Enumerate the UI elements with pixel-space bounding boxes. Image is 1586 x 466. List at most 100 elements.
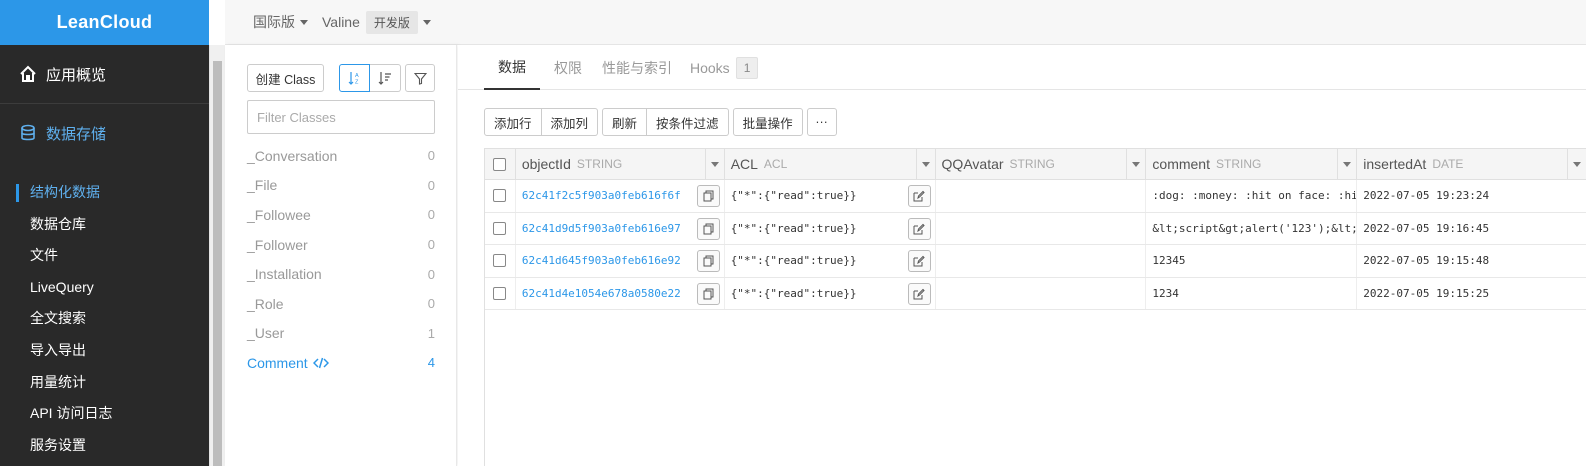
qqavatar-cell[interactable] [936, 245, 1147, 277]
code-icon[interactable] [312, 357, 329, 369]
sidebar-item-files[interactable]: 文件 [0, 240, 209, 272]
tab-data[interactable]: 数据 [484, 45, 540, 90]
copy-button[interactable] [696, 217, 720, 240]
class-item[interactable]: _Follower 0 [247, 230, 435, 260]
app-selector[interactable]: Valine 开发版 [322, 10, 431, 34]
inserted-at-cell[interactable]: 2022-07-05 19:16:45 [1357, 213, 1586, 245]
class-item[interactable]: _File 0 [247, 171, 435, 201]
class-item-active[interactable]: Comment 4 [247, 348, 435, 378]
sort-count-button[interactable] [370, 64, 401, 92]
condition-filter-button[interactable]: 按条件过滤 [647, 108, 729, 136]
qqavatar-cell[interactable] [936, 180, 1147, 212]
filter-classes-input[interactable]: Filter Classes [247, 100, 435, 134]
row-checkbox[interactable] [493, 254, 507, 268]
refresh-button[interactable]: 刷新 [602, 108, 648, 136]
chevron-down-icon[interactable] [1573, 162, 1582, 167]
sidebar-item-livequery[interactable]: LiveQuery [0, 272, 209, 304]
region-selector[interactable]: 国际版 [253, 12, 308, 32]
comment-cell[interactable]: &lt;script&gt;alert('123');&lt;/ [1146, 212, 1358, 245]
row-checkbox[interactable] [493, 189, 507, 203]
comment-cell[interactable]: :dog: :money: :hit on face: :hit [1146, 180, 1358, 212]
sidebar-item-import-export[interactable]: 导入导出 [0, 335, 209, 367]
object-id-cell[interactable]: 62c41d645f903a0feb616e92 [516, 245, 725, 277]
acl-cell[interactable]: {"*":{"read":true}} [725, 212, 936, 245]
acl-cell[interactable]: {"*":{"read":true}} [725, 277, 936, 310]
tab-performance[interactable]: 性能与索引 [596, 45, 678, 90]
more-button[interactable]: ··· [806, 108, 837, 136]
inserted-at-cell[interactable]: 2022-07-05 19:15:25 [1357, 278, 1586, 310]
column-header[interactable]: comment STRING [1146, 149, 1358, 179]
class-count: 0 [427, 237, 435, 253]
column-header[interactable]: QQAvatar STRING [936, 149, 1147, 179]
copy-button[interactable] [696, 185, 720, 207]
copy-button[interactable] [696, 250, 720, 273]
row-checkbox[interactable] [493, 221, 507, 235]
acl-cell[interactable]: {"*":{"read":true}} [725, 180, 936, 212]
chevron-down-icon[interactable] [1343, 162, 1352, 167]
sort-lines-icon [378, 72, 391, 85]
sidebar-item-structured-data[interactable]: 结构化数据 [0, 177, 209, 209]
chevron-down-icon[interactable] [710, 162, 719, 167]
qqavatar-cell[interactable] [936, 277, 1147, 310]
edit-button[interactable] [907, 250, 931, 273]
create-class-button[interactable]: 创建 Class [247, 64, 324, 92]
edit-icon [913, 223, 925, 235]
comment-cell[interactable]: 12345 [1146, 245, 1358, 277]
data-table: objectId STRING ACL ACL QQAvatar STRING com… [484, 148, 1586, 466]
tab-hooks[interactable]: Hooks 1 [678, 45, 770, 90]
class-item[interactable]: _Conversation 0 [247, 141, 435, 171]
qqavatar-cell[interactable] [936, 212, 1147, 245]
add-row-button[interactable]: 添加行 [484, 108, 542, 136]
row-checkbox[interactable] [493, 287, 507, 301]
sidebar-item-service-settings[interactable]: 服务设置 [0, 430, 209, 462]
column-type: STRING [1215, 157, 1262, 171]
filter-button[interactable] [405, 64, 435, 92]
tab-permissions[interactable]: 权限 [540, 45, 596, 90]
sidebar-item-label: 数据存储 [46, 125, 107, 143]
brand-logo[interactable]: LeanCloud [0, 0, 209, 45]
class-list: _Conversation 0 _File 0 _Followee 0 _Follow… [247, 141, 435, 378]
batch-ops-button[interactable]: 批量操作 [732, 108, 803, 136]
comment-cell[interactable]: 1234 [1146, 277, 1358, 310]
class-panel: 创建 Class AZ Filter Classes _Conversation… [225, 45, 457, 466]
edit-button[interactable] [907, 217, 931, 240]
sort-az-button[interactable]: AZ [339, 64, 370, 92]
class-item[interactable]: _Role 0 [247, 289, 435, 319]
column-header[interactable]: ACL ACL [725, 149, 936, 179]
object-id[interactable]: 62c41d9d5f903a0feb616e97 [522, 222, 681, 235]
acl-cell[interactable]: {"*":{"read":true}} [725, 245, 936, 277]
column-header[interactable]: objectId STRING [516, 149, 725, 179]
sort-button-group: AZ [339, 64, 401, 92]
scrollbar[interactable] [209, 45, 225, 466]
object-id[interactable]: 62c41d645f903a0feb616e92 [522, 254, 681, 267]
object-id-cell[interactable]: 62c41d9d5f903a0feb616e97 [516, 212, 725, 245]
edit-button[interactable] [907, 185, 931, 207]
sidebar-item-overview[interactable]: 应用概览 [0, 45, 209, 103]
class-item[interactable]: _User 1 [247, 319, 435, 349]
class-item[interactable]: _Followee 0 [247, 200, 435, 230]
select-all-checkbox[interactable] [493, 157, 507, 171]
chevron-down-icon[interactable] [921, 162, 930, 167]
add-column-button[interactable]: 添加列 [541, 108, 599, 136]
column-header[interactable]: insertedAt DATE [1357, 149, 1586, 179]
sidebar-item-api-logs[interactable]: API 访问日志 [0, 398, 209, 430]
object-id-cell[interactable]: 62c41f2c5f903a0feb616f6f [516, 180, 725, 212]
inserted-at-cell[interactable]: 2022-07-05 19:15:48 [1357, 245, 1586, 277]
sidebar-item-usage-stats[interactable]: 用量统计 [0, 367, 209, 399]
sidebar-item-storage[interactable]: 数据存储 [0, 104, 209, 162]
class-item[interactable]: _Installation 0 [247, 259, 435, 289]
edit-button[interactable] [907, 282, 931, 305]
batch-group: 批量操作 [732, 108, 803, 136]
acl-value: {"*":{"read":true}} [730, 254, 857, 268]
object-id[interactable]: 62c41f2c5f903a0feb616f6f [522, 189, 681, 202]
object-id[interactable]: 62c41d4e1054e678a0580e22 [522, 287, 681, 300]
inserted-at-cell[interactable]: 2022-07-05 19:23:24 [1357, 180, 1586, 212]
class-count: 4 [427, 355, 435, 371]
region-label: 国际版 [253, 14, 295, 30]
sidebar-item-fulltext-search[interactable]: 全文搜索 [0, 303, 209, 335]
object-id-cell[interactable]: 62c41d4e1054e678a0580e22 [516, 277, 725, 310]
scrollbar-thumb[interactable] [213, 61, 222, 466]
chevron-down-icon[interactable] [1132, 162, 1141, 167]
sidebar-item-data-warehouse[interactable]: 数据仓库 [0, 209, 209, 241]
copy-button[interactable] [696, 282, 720, 305]
